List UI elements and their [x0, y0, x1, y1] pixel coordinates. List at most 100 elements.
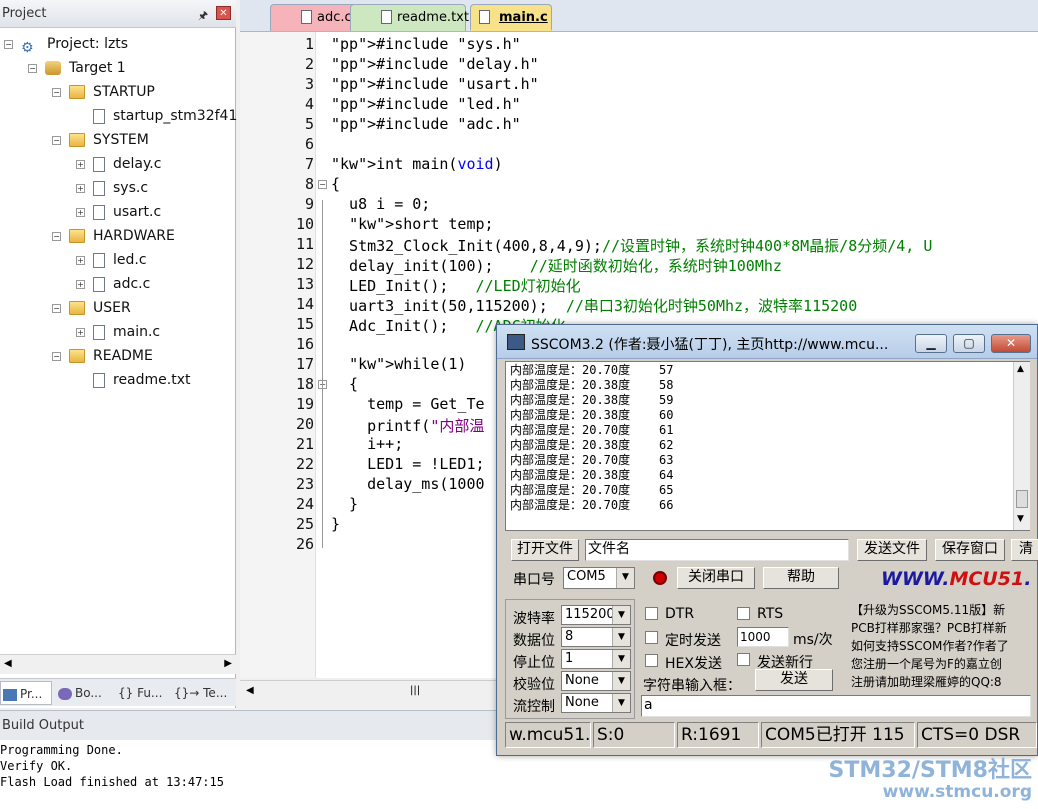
flow-select[interactable]: None ▼	[561, 693, 631, 713]
minimize-icon[interactable]: ▁	[915, 334, 947, 353]
code-line[interactable]: }	[331, 515, 340, 533]
clear-button[interactable]: 清	[1011, 539, 1038, 561]
scroll-down-icon[interactable]: ▼	[1017, 514, 1024, 524]
tab-main-c[interactable]: main.c	[470, 4, 552, 31]
tab-books[interactable]: Bo...	[56, 681, 110, 705]
tree-item-file[interactable]: + delay.c	[76, 153, 161, 175]
tree-item-file[interactable]: + sys.c	[76, 177, 148, 199]
tree-item-project[interactable]: − ⚙ Project: lzts	[4, 33, 128, 56]
code-line[interactable]: Stm32_Clock_Init(400,8,4,9);//设置时钟，系统时钟4…	[331, 235, 932, 256]
code-line[interactable]: "kw">while(1)	[331, 355, 466, 373]
tree-item-file[interactable]: + main.c	[76, 321, 160, 343]
send-button[interactable]: 发送	[755, 669, 833, 691]
expand-icon[interactable]: +	[76, 159, 85, 169]
expand-icon[interactable]: +	[76, 207, 85, 217]
tree-item-file[interactable]: + usart.c	[76, 201, 161, 223]
tab-readme-txt[interactable]: readme.txt	[350, 4, 469, 31]
code-line[interactable]: i++;	[331, 435, 403, 453]
maximize-icon[interactable]: ▢	[953, 334, 985, 353]
sscom-titlebar[interactable]: SSCOM3.2 (作者:聂小猛(丁丁), 主页http://www.mcu..…	[497, 325, 1037, 359]
code-line[interactable]: temp = Get_Te	[331, 395, 484, 413]
code-line[interactable]: u8 i = 0;	[331, 195, 430, 213]
hex-send-checkbox[interactable]	[645, 654, 658, 667]
timed-send-checkbox[interactable]	[645, 631, 658, 644]
code-line[interactable]: "pp">#include "usart.h"	[331, 75, 539, 93]
collapse-icon[interactable]: −	[28, 63, 37, 73]
rts-checkbox[interactable]	[737, 607, 750, 620]
scroll-thumb[interactable]	[1016, 490, 1028, 508]
code-line[interactable]: LED1 = !LED1;	[331, 455, 484, 473]
tree-item-file[interactable]: −startup_stm32f41	[76, 105, 237, 127]
collapse-icon[interactable]: −	[4, 39, 13, 49]
code-line[interactable]: "pp">#include "adc.h"	[331, 115, 521, 133]
code-line[interactable]: printf("内部温	[331, 415, 484, 436]
tree-item-folder[interactable]: − STARTUP	[52, 81, 155, 103]
stopbits-select[interactable]: 1 ▼	[561, 649, 631, 669]
interval-input[interactable]: 1000	[737, 627, 789, 647]
code-line[interactable]: "kw">short temp;	[331, 215, 494, 233]
project-hscrollbar[interactable]: ◀ ▶	[0, 654, 236, 674]
expand-icon[interactable]: +	[76, 255, 85, 265]
scroll-up-icon[interactable]: ▲	[1017, 364, 1024, 374]
scroll-right-icon[interactable]: ▶	[224, 658, 232, 669]
code-line[interactable]: {	[331, 175, 340, 193]
tree-item-file[interactable]: + led.c	[76, 249, 147, 271]
fold-toggle-icon[interactable]: −	[318, 180, 327, 189]
tree-item-folder[interactable]: − SYSTEM	[52, 129, 149, 151]
collapse-icon[interactable]: −	[52, 135, 61, 145]
scroll-left-icon[interactable]: ◀	[4, 658, 12, 669]
promo-line[interactable]: PCB打样那家强？PCB打样新	[851, 619, 1007, 636]
promo-line[interactable]: 您注册一个尾号为F的嘉立创	[851, 655, 1002, 672]
promo-line[interactable]: 如何支持SSCOM作者?作者了	[851, 637, 1009, 654]
close-icon[interactable]: ✕	[216, 6, 231, 20]
tab-functions[interactable]: {} Fu...	[116, 681, 170, 705]
send-newline-checkbox[interactable]	[737, 653, 750, 666]
tab-project[interactable]: Pr...	[0, 681, 52, 705]
code-line[interactable]: "pp">#include "led.h"	[331, 95, 521, 113]
receive-vscrollbar[interactable]: ▲ ▼	[1013, 362, 1030, 530]
code-line[interactable]: delay_init(100); //延时函数初始化，系统时钟100Mhz	[331, 255, 782, 276]
databits-select[interactable]: 8 ▼	[561, 627, 631, 647]
expand-icon[interactable]: +	[76, 327, 85, 337]
tree-item-folder[interactable]: − README	[52, 345, 153, 367]
code-line[interactable]: }	[331, 495, 358, 513]
scroll-left-icon[interactable]: ◀	[246, 685, 254, 696]
code-line[interactable]: "kw">int main(void)	[331, 155, 503, 173]
code-line[interactable]: delay_ms(1000	[331, 475, 484, 493]
tree-item-target[interactable]: − Target 1	[28, 57, 126, 79]
tree-item-file[interactable]: −readme.txt	[76, 369, 191, 391]
tree-item-folder[interactable]: − USER	[52, 297, 131, 319]
collapse-icon[interactable]: −	[52, 231, 61, 241]
expand-icon[interactable]: +	[76, 279, 85, 289]
scroll-thumb-grip-icon[interactable]: |||	[410, 685, 420, 696]
pin-icon[interactable]: 🖈	[198, 7, 208, 26]
code-line[interactable]: "pp">#include "sys.h"	[331, 35, 521, 53]
expand-icon[interactable]: +	[76, 183, 85, 193]
baud-select[interactable]: 115200 ▼	[561, 605, 631, 625]
editor-hscrollbar[interactable]: ◀ |||	[240, 680, 500, 702]
close-port-button[interactable]: 关闭串口	[677, 567, 755, 589]
close-icon[interactable]: ✕	[991, 334, 1031, 353]
brand-link[interactable]: WWW.MCU51.	[881, 568, 1031, 590]
parity-select[interactable]: None ▼	[561, 671, 631, 691]
receive-area[interactable]: 内部温度是：20.70度 57 内部温度是：20.38度 58 内部温度是：20.3…	[505, 361, 1030, 531]
port-select[interactable]: COM5 ▼	[563, 567, 635, 589]
collapse-icon[interactable]: −	[52, 303, 61, 313]
send-input[interactable]: a	[641, 695, 1031, 717]
promo-line[interactable]: 【升级为SSCOM5.11版】新	[851, 601, 1005, 618]
code-line[interactable]: "pp">#include "delay.h"	[331, 55, 539, 73]
send-file-button[interactable]: 发送文件	[857, 539, 927, 561]
help-button[interactable]: 帮助	[763, 567, 839, 589]
tree-item-file[interactable]: + adc.c	[76, 273, 150, 295]
promo-line[interactable]: 注册请加助理梁雁婷的QQ:8	[851, 673, 1002, 690]
collapse-icon[interactable]: −	[52, 351, 61, 361]
open-file-button[interactable]: 打开文件	[511, 539, 579, 561]
save-window-button[interactable]: 保存窗口	[935, 539, 1005, 561]
code-line[interactable]: LED_Init(); //LED灯初始化	[331, 275, 581, 296]
code-line[interactable]: {	[331, 375, 358, 393]
tree-item-folder[interactable]: − HARDWARE	[52, 225, 175, 247]
collapse-icon[interactable]: −	[52, 87, 61, 97]
code-line[interactable]: uart3_init(50,115200); //串口3初始化时钟50Mhz，波…	[331, 295, 857, 316]
tab-templates[interactable]: {}→ Te...	[172, 681, 234, 705]
filename-field[interactable]: 文件名	[585, 539, 849, 561]
